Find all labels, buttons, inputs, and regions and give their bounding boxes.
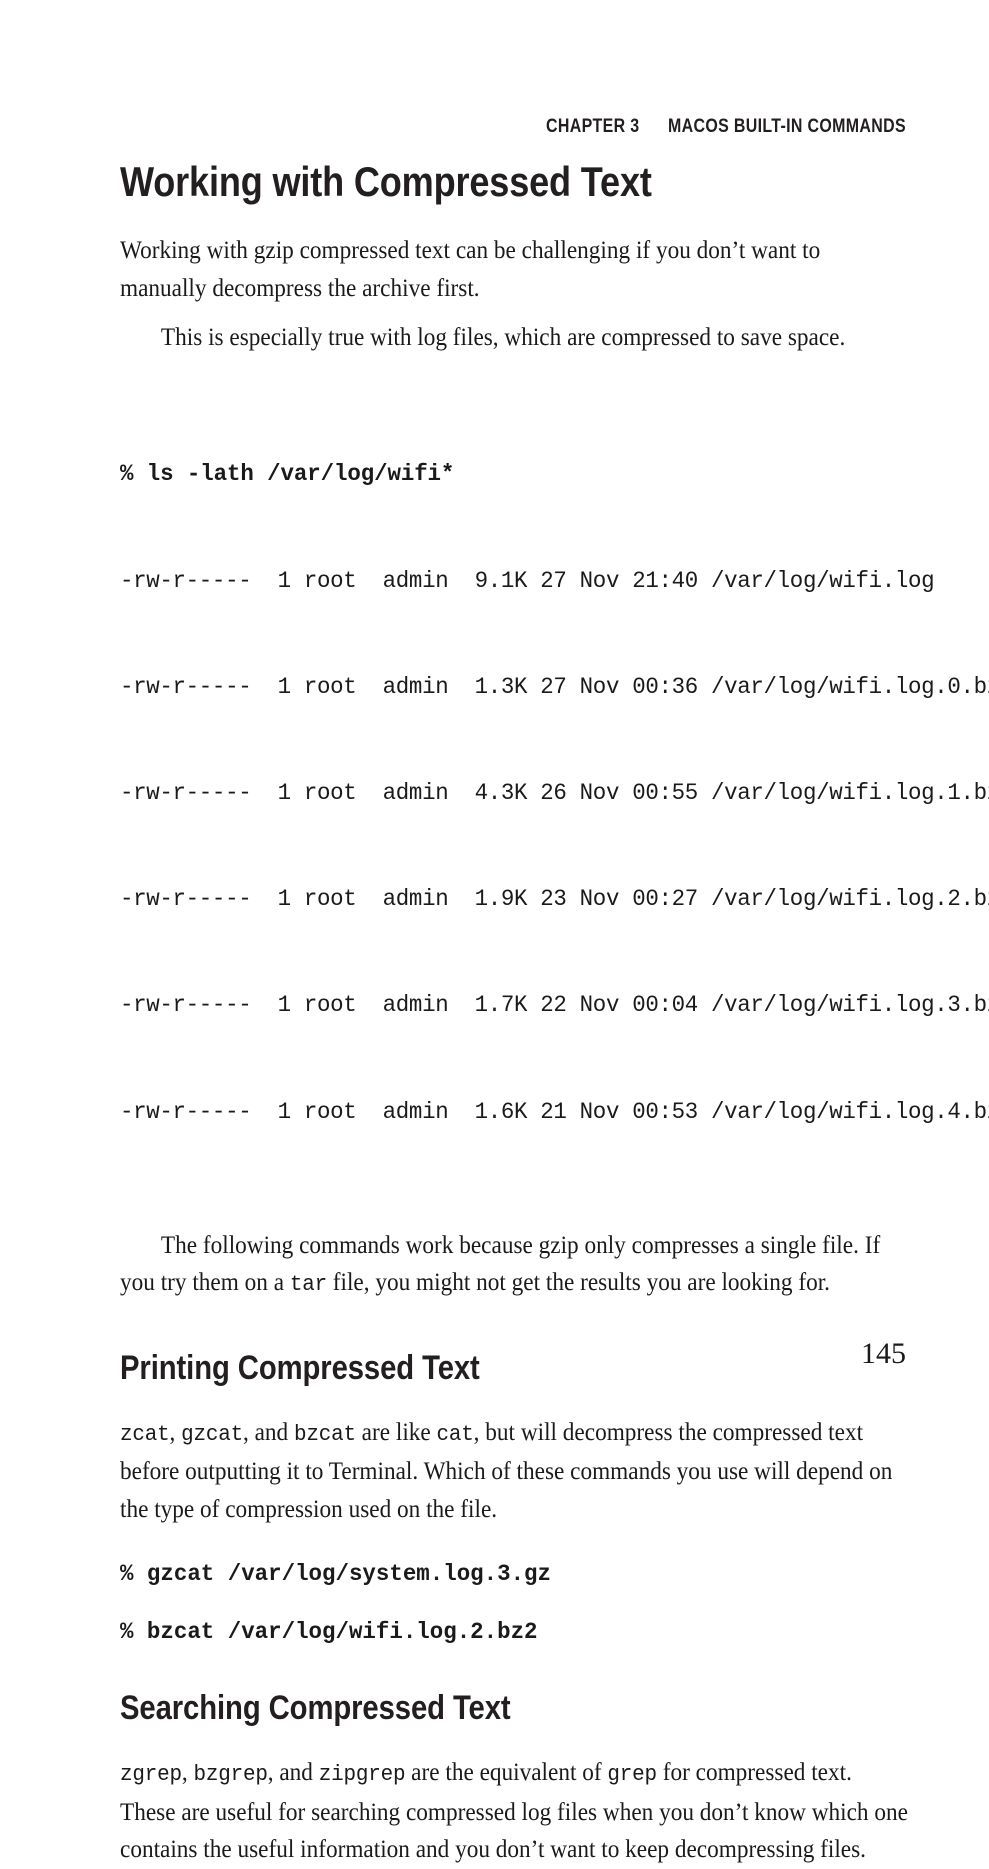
code-output-line: -rw-r----- 1 root admin 1.7K 22 Nov 00:0… — [120, 992, 989, 1020]
running-head-chapter: CHAPTER 3 — [545, 116, 640, 137]
page-content: Working with Compressed Text Working wit… — [120, 158, 989, 1869]
code-block-ls-listing: % ls -lath /var/log/wifi* -rw-r----- 1 r… — [120, 387, 989, 1201]
code-output-line: -rw-r----- 1 root admin 9.1K 27 Nov 21:4… — [120, 567, 935, 595]
page-title: Working with Compressed Text — [120, 158, 652, 205]
code-command-gzcat: % gzcat /var/log/system.log.3.gz — [120, 1561, 551, 1589]
paragraph-text-segment: file, you might not get the results you … — [326, 1269, 830, 1297]
paragraph-text-segment: , — [169, 1418, 182, 1446]
paragraph-log-files: This is especially true with log files, … — [160, 324, 846, 351]
inline-code-zipgrep: zipgrep — [318, 1761, 406, 1788]
inline-code-zcat: zcat — [120, 1420, 170, 1447]
paragraph-intro: Working with gzip compressed text can be… — [120, 237, 821, 302]
code-command-line: % ls -lath /var/log/wifi* — [120, 461, 455, 489]
document-page: CHAPTER 3 MACOS BUILT-IN COMMANDS Working… — [0, 0, 989, 1863]
inline-code-gzcat: gzcat — [181, 1420, 243, 1447]
paragraph-printing: zcat, gzcat, and bzcat are like cat, but… — [120, 1414, 911, 1529]
paragraph-text-segment: , and — [267, 1759, 319, 1787]
code-output-line: -rw-r----- 1 root admin 1.6K 21 Nov 00:5… — [120, 1098, 989, 1126]
inline-code-cat: cat — [436, 1420, 474, 1447]
running-head-title: MACOS BUILT-IN COMMANDS — [668, 116, 906, 137]
paragraph-text-segment: are the equivalent of — [405, 1759, 608, 1787]
inline-code-tar: tar — [289, 1271, 327, 1298]
paragraph-text-segment: , and — [242, 1418, 294, 1446]
code-command-bzcat: % bzcat /var/log/wifi.log.2.bz2 — [120, 1619, 538, 1647]
code-output-line: -rw-r----- 1 root admin 4.3K 26 Nov 00:5… — [120, 779, 989, 807]
paragraph-following-commands: The following commands work because gzip… — [120, 1227, 911, 1304]
running-head: CHAPTER 3 MACOS BUILT-IN COMMANDS — [246, 116, 906, 138]
code-output-line: -rw-r----- 1 root admin 1.3K 27 Nov 00:3… — [120, 673, 989, 701]
inline-code-zgrep: zgrep — [120, 1761, 182, 1788]
code-output-line: -rw-r----- 1 root admin 1.9K 23 Nov 00:2… — [120, 886, 989, 914]
inline-code-bzgrep: bzgrep — [193, 1761, 268, 1788]
inline-code-bzcat: bzcat — [293, 1420, 356, 1447]
paragraph-searching: zgrep, bzgrep, and zipgrep are the equiv… — [120, 1754, 911, 1869]
paragraph-text-segment: , — [181, 1759, 194, 1787]
section-heading-searching: Searching Compressed Text — [120, 1689, 511, 1728]
inline-code-grep: grep — [607, 1761, 657, 1788]
page-number: 145 — [861, 1337, 906, 1370]
paragraph-text-segment: are like — [355, 1418, 437, 1446]
